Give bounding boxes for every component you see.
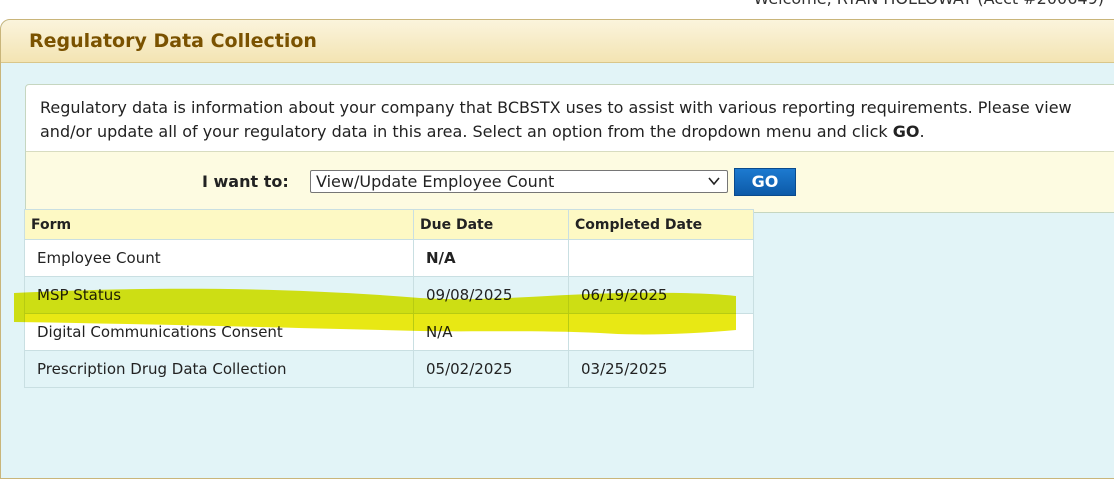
completed-date-cell (568, 239, 754, 277)
due-date-cell: 09/08/2025 (413, 276, 569, 314)
completed-date-cell: 06/19/2025 (568, 276, 754, 314)
due-date-cell: N/A (413, 239, 569, 277)
column-header-completed-date: Completed Date (568, 209, 754, 240)
go-button[interactable]: GO (734, 168, 796, 196)
form-name-cell[interactable]: Digital Communications Consent (24, 313, 414, 351)
form-name-cell[interactable]: MSP Status (24, 276, 414, 314)
intro-text-part2: . (919, 122, 925, 141)
table-row[interactable]: Employee Count N/A (24, 239, 754, 277)
table-row[interactable]: Prescription Drug Data Collection 05/02/… (24, 350, 754, 388)
page-title: Regulatory Data Collection (29, 30, 317, 52)
info-box: Regulatory data is information about you… (25, 84, 1114, 213)
forms-table: Form Due Date Completed Date Employee Co… (24, 209, 754, 388)
due-date-cell: N/A (413, 313, 569, 351)
completed-date-cell (568, 313, 754, 351)
intro-text-bold: GO (892, 122, 920, 141)
due-date-cell: 05/02/2025 (413, 350, 569, 388)
table-row[interactable]: MSP Status 09/08/2025 06/19/2025 (24, 276, 754, 314)
panel-header: Regulatory Data Collection (1, 20, 1114, 63)
form-name-cell[interactable]: Prescription Drug Data Collection (24, 350, 414, 388)
action-dropdown-value: View/Update Employee Count (316, 172, 555, 191)
intro-text: Regulatory data is information about you… (26, 85, 1114, 152)
table-header-row: Form Due Date Completed Date (24, 209, 754, 240)
table-row[interactable]: Digital Communications Consent N/A (24, 313, 754, 351)
form-name-cell[interactable]: Employee Count (24, 239, 414, 277)
action-dropdown[interactable]: View/Update Employee Count (310, 170, 728, 193)
chevron-down-icon (708, 177, 720, 186)
welcome-text: Welcome, RYAN HOLLOWAY (Acct #200649) (753, 0, 1104, 8)
column-header-form: Form (24, 209, 414, 240)
completed-date-cell: 03/25/2025 (568, 350, 754, 388)
selector-row: I want to: View/Update Employee Count GO (26, 151, 1114, 212)
i-want-to-label: I want to: (202, 172, 289, 191)
column-header-due-date: Due Date (413, 209, 569, 240)
